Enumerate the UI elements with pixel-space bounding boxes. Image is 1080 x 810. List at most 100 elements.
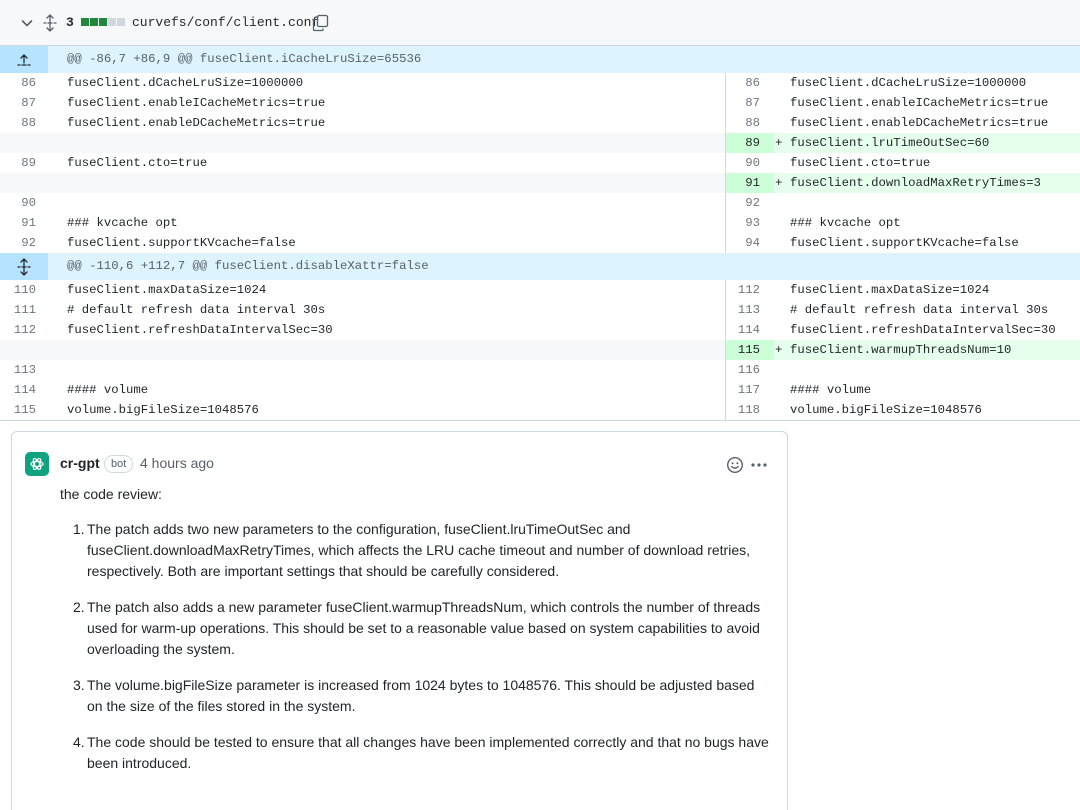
line-number[interactable]: 88: [0, 113, 36, 133]
code-line: ### kvcache opt: [67, 216, 178, 230]
diff-row: 114 #### volume 117 #### volume: [0, 380, 1080, 400]
diff-left-cell: 88 fuseClient.enableDCacheMetrics=true: [0, 113, 725, 133]
diffstat-neutral-block: [108, 18, 116, 26]
diff-left-cell: 90: [0, 193, 725, 213]
diff-left-cell: 114 #### volume: [0, 380, 725, 400]
addition-marker: +: [775, 176, 783, 190]
line-number[interactable]: 90: [726, 153, 760, 173]
line-number[interactable]: [0, 173, 36, 193]
diff-left-cell: 112 fuseClient.refreshDataIntervalSec=30: [0, 320, 725, 340]
comment-intro: the code review:: [60, 486, 162, 502]
line-number[interactable]: 94: [726, 233, 760, 253]
code-line: fuseClient.dCacheLruSize=1000000: [67, 76, 304, 90]
line-number[interactable]: 89: [0, 153, 36, 173]
line-number[interactable]: 115: [0, 400, 36, 420]
line-number[interactable]: 114: [0, 380, 36, 400]
smiley-icon[interactable]: [726, 456, 744, 474]
line-number[interactable]: 92: [0, 233, 36, 253]
diff-change-count: 3: [66, 15, 74, 30]
diff-right-cell: 114 fuseClient.refreshDataIntervalSec=30: [725, 320, 1080, 340]
chevron-down-icon[interactable]: [19, 15, 35, 31]
line-number[interactable]: 118: [726, 400, 760, 420]
diff-row: 115 volume.bigFileSize=1048576 118 volume.b…: [0, 400, 1080, 420]
line-number[interactable]: 87: [726, 93, 760, 113]
diffstat-added-block: [81, 18, 89, 26]
line-number[interactable]: 111: [0, 300, 36, 320]
line-number[interactable]: 110: [0, 280, 36, 300]
line-number[interactable]: 89: [726, 133, 760, 153]
diff-row: 112 fuseClient.refreshDataIntervalSec=30 1…: [0, 320, 1080, 340]
line-number[interactable]: 88: [726, 113, 760, 133]
copy-icon[interactable]: [312, 14, 329, 32]
comment-timestamp[interactable]: 4 hours ago: [140, 455, 214, 471]
line-number[interactable]: 86: [726, 73, 760, 93]
line-number[interactable]: 91: [0, 213, 36, 233]
line-number[interactable]: 112: [726, 280, 760, 300]
split-diff: @@ -86,7 +86,9 @@ fuseClient.iCacheLruSi…: [0, 46, 1080, 421]
diff-left-cell: [0, 133, 725, 153]
code-line: fuseClient.cto=true: [67, 156, 208, 170]
code-line: fuseClient.maxDataSize=1024: [790, 283, 990, 297]
expand-both-button[interactable]: [0, 253, 48, 280]
line-number[interactable]: 86: [0, 73, 36, 93]
code-line: #### volume: [790, 383, 872, 397]
diff-left-cell: 87 fuseClient.enableICacheMetrics=true: [0, 93, 725, 113]
line-number[interactable]: 114: [726, 320, 760, 340]
diff-right-cell: 86 fuseClient.dCacheLruSize=1000000: [725, 73, 1080, 93]
diff-right-cell: 112 fuseClient.maxDataSize=1024: [725, 280, 1080, 300]
line-number[interactable]: 93: [726, 213, 760, 233]
review-list: 1. The patch adds two new parameters to t…: [60, 519, 772, 789]
diff-left-cell: 110 fuseClient.maxDataSize=1024: [0, 280, 725, 300]
code-line: volume.bigFileSize=1048576: [67, 403, 259, 417]
list-text: The patch also adds a new parameter fuse…: [87, 599, 761, 657]
code-line: fuseClient.warmupThreadsNum=10: [790, 343, 1012, 357]
line-number[interactable]: [0, 133, 36, 153]
diff-row: 87 fuseClient.enableICacheMetrics=true 87 f…: [0, 93, 1080, 113]
diff-right-cell: 118 volume.bigFileSize=1048576: [725, 400, 1080, 420]
diff-left-cell: 91 ### kvcache opt: [0, 213, 725, 233]
diff-row: 115 + fuseClient.warmupThreadsNum=10: [0, 340, 1080, 360]
line-number[interactable]: 87: [0, 93, 36, 113]
line-number[interactable]: 91: [726, 173, 760, 193]
bot-badge: bot: [104, 455, 134, 473]
comment-author[interactable]: cr-gpt: [60, 455, 100, 471]
code-line: #### volume: [67, 383, 149, 397]
diff-right-cell-added: 91 + fuseClient.downloadMaxRetryTimes=3: [725, 173, 1080, 193]
line-number[interactable]: 113: [0, 360, 36, 380]
line-number[interactable]: 116: [726, 360, 760, 380]
list-number: 1.: [73, 521, 85, 537]
file-header: 3 curvefs/conf/client.conf: [0, 0, 1080, 46]
list-number: 4.: [73, 734, 85, 750]
line-number[interactable]: 92: [726, 193, 760, 213]
line-number[interactable]: 90: [0, 193, 36, 213]
kebab-horizontal-icon[interactable]: [750, 457, 768, 473]
line-number[interactable]: 115: [726, 340, 760, 360]
diff-right-cell: 113 # default refresh data interval 30s: [725, 300, 1080, 320]
review-comment: cr-gpt bot 4 hours ago the code review: …: [11, 431, 788, 810]
expand-up-icon: [17, 53, 31, 66]
code-line: fuseClient.refreshDataIntervalSec=30: [67, 323, 333, 337]
diffstat-added-block: [90, 18, 98, 26]
diff-row: 90 92: [0, 193, 1080, 213]
diff-right-cell: 94 fuseClient.supportKVcache=false: [725, 233, 1080, 253]
avatar[interactable]: [25, 452, 49, 476]
diff-left-cell: 86 fuseClient.dCacheLruSize=1000000: [0, 73, 725, 93]
line-number[interactable]: 117: [726, 380, 760, 400]
hunk-header-text: @@ -110,6 +112,7 @@ fuseClient.disableXa…: [67, 259, 429, 273]
line-number[interactable]: 112: [0, 320, 36, 340]
diff-left-cell: 115 volume.bigFileSize=1048576: [0, 400, 725, 420]
hunk-rows: 110 fuseClient.maxDataSize=1024 112 fuseCli…: [0, 280, 1080, 420]
diff-row: 89 fuseClient.cto=true 90 fuseClient.cto=tr…: [0, 153, 1080, 173]
diff-row: 91 + fuseClient.downloadMaxRetryTimes=3: [0, 173, 1080, 193]
unfold-icon[interactable]: [42, 14, 58, 32]
diff-bottom-border: [0, 420, 1080, 421]
expand-up-button[interactable]: [0, 46, 48, 73]
line-number[interactable]: 113: [726, 300, 760, 320]
unfold-icon: [17, 257, 31, 276]
diff-right-cell-added: 89 + fuseClient.lruTimeOutSec=60: [725, 133, 1080, 153]
diff-right-cell: 117 #### volume: [725, 380, 1080, 400]
diff-row: 110 fuseClient.maxDataSize=1024 112 fuseCli…: [0, 280, 1080, 300]
code-line: # default refresh data interval 30s: [790, 303, 1049, 317]
file-path[interactable]: curvefs/conf/client.conf: [132, 15, 319, 30]
line-number[interactable]: [0, 340, 36, 360]
